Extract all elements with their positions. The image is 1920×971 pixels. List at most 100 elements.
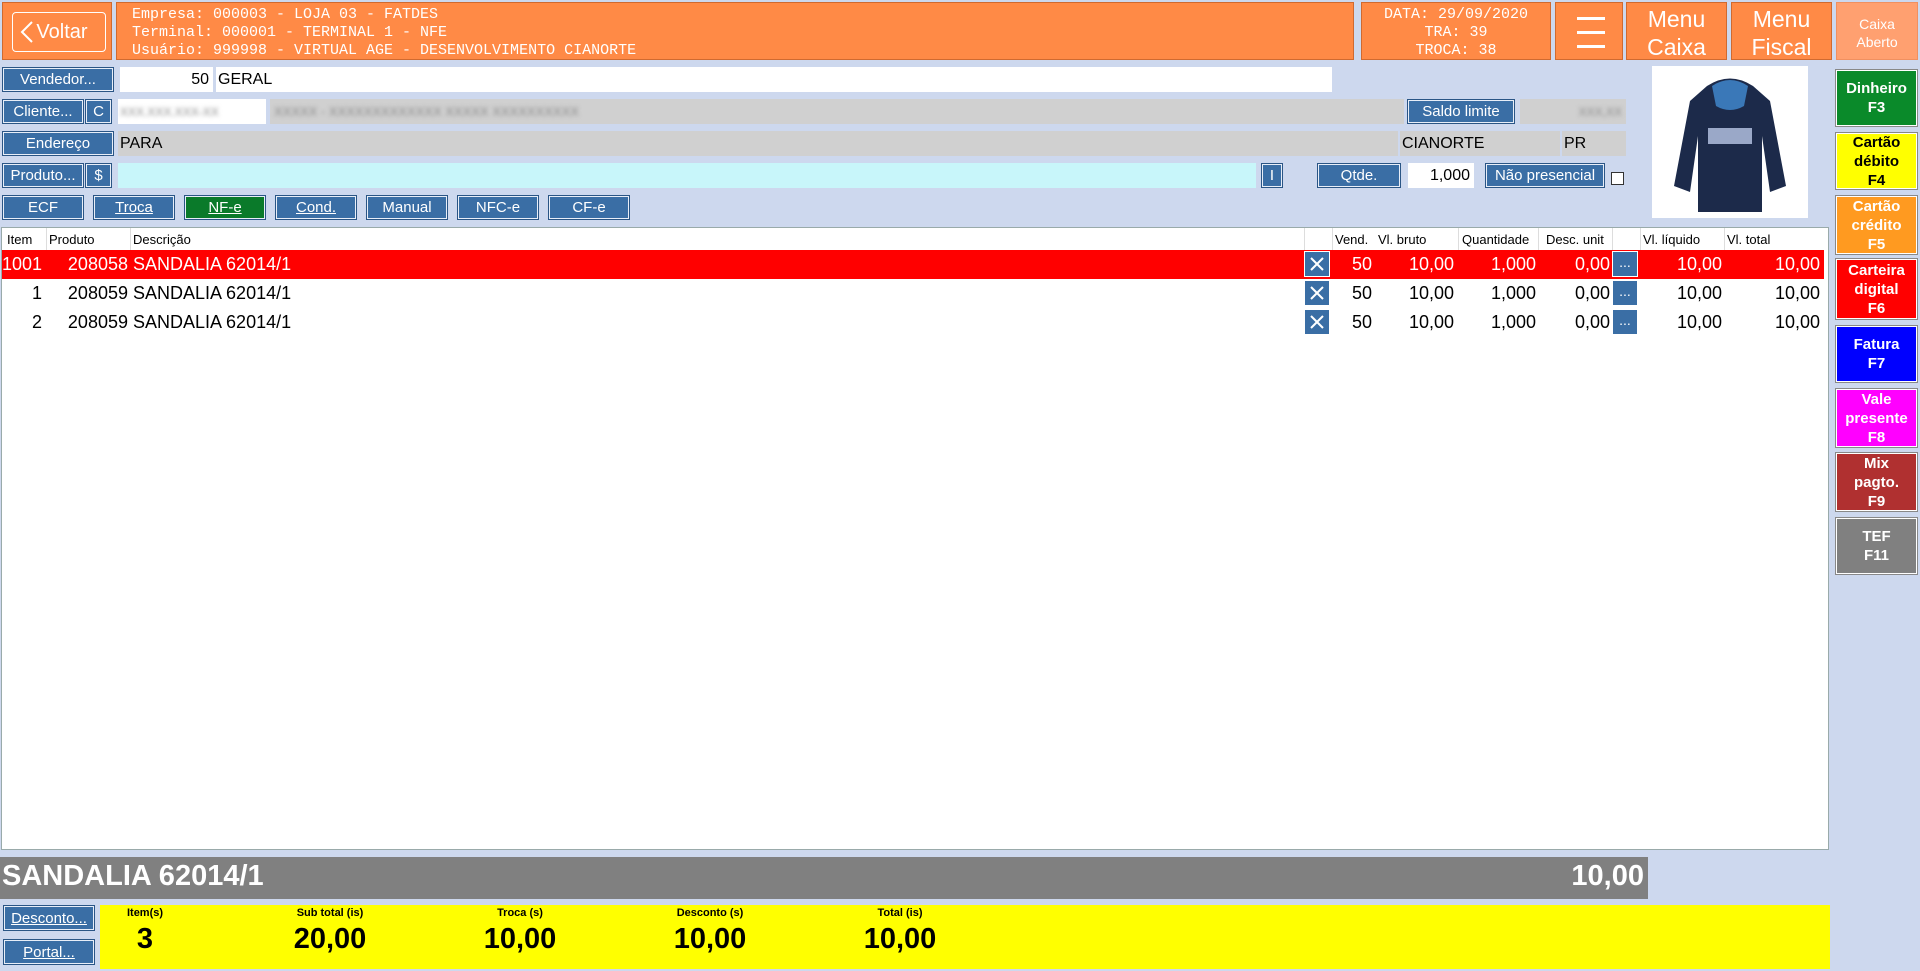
payment-cartao-credito-button[interactable]: Cartão crédito F5	[1835, 195, 1918, 255]
cell-vl-bruto: 10,00	[1408, 283, 1454, 303]
payment-mix-pagto-button[interactable]: Mix pagto. F9	[1835, 452, 1918, 512]
payment-carteira-digital-button[interactable]: Carteira digital F6	[1835, 258, 1918, 320]
table-row[interactable]: 1001 208058 SANDALIA 62014/1 50 10,00 1,…	[2, 250, 1824, 279]
payment-vale-presente-button[interactable]: Vale presente F8	[1835, 388, 1918, 448]
cidade-field: CIANORTE	[1400, 131, 1560, 156]
payment-line1: TEF	[1862, 528, 1891, 545]
discount-options-button[interactable]: ...	[1612, 309, 1638, 335]
payment-line3: F5	[1867, 235, 1886, 253]
menu-caixa-line1: Menu	[1647, 6, 1706, 32]
items-table[interactable]: Item Produto Descrição Vend. Vl. bruto Q…	[1, 227, 1829, 850]
payment-line3: F9	[1867, 492, 1886, 510]
endereco-button[interactable]: Endereço	[2, 131, 114, 156]
cell-desc-unit: 0,00	[1574, 312, 1610, 332]
qtde-button[interactable]: Qtde.	[1317, 163, 1401, 188]
back-button[interactable]: Voltar	[2, 2, 112, 60]
cell-produto: 208058	[67, 254, 128, 274]
menu-caixa-line2: Caixa	[1647, 34, 1706, 60]
total-value: 10,00	[863, 923, 937, 955]
remove-item-button[interactable]	[1304, 309, 1330, 335]
close-icon	[1310, 286, 1324, 300]
table-header: Item Produto Descrição Vend. Vl. bruto Q…	[2, 228, 1828, 250]
col-produto: Produto	[49, 232, 95, 247]
payment-line2: F3	[1867, 99, 1886, 116]
cell-vend: 50	[1351, 283, 1372, 303]
qtde-field[interactable]: 1,000	[1408, 163, 1474, 188]
discount-options-button[interactable]: ...	[1612, 280, 1638, 306]
menu-caixa-button[interactable]: Menu Caixa	[1626, 2, 1727, 60]
remove-item-button[interactable]	[1304, 280, 1330, 306]
total-items: Item(s) 3	[100, 905, 190, 956]
payment-dinheiro-button[interactable]: Dinheiro F3	[1835, 69, 1918, 127]
company-line: Empresa: 000003 - LOJA 03 - FATDES	[132, 6, 439, 23]
cell-vl-total: 10,00	[1774, 254, 1820, 274]
mode-troca-button[interactable]: Troca	[93, 195, 175, 220]
payment-line2: F11	[1863, 547, 1890, 564]
produto-info-button[interactable]: I	[1261, 163, 1283, 188]
hamburger-menu-button[interactable]	[1555, 2, 1623, 60]
mode-nfce-button[interactable]: NFC-e	[457, 195, 539, 220]
nao-presencial-button[interactable]: Não presencial	[1485, 163, 1605, 188]
desconto-label: Desconto (s)	[676, 907, 744, 919]
vendedor-button[interactable]: Vendedor...	[2, 67, 114, 92]
produto-button[interactable]: Produto...	[2, 163, 84, 188]
saldo-limite-text: XXX,XX	[1578, 104, 1622, 119]
produto-price-button[interactable]: $	[85, 163, 112, 188]
col-item: Item	[7, 232, 33, 247]
col-desc-unit: Desc. unit	[1546, 232, 1604, 247]
payment-fatura-button[interactable]: Fatura F7	[1835, 325, 1918, 383]
cell-vend: 50	[1351, 312, 1372, 332]
subtotal-value: 20,00	[293, 923, 367, 955]
vendedor-name-field: GERAL	[216, 67, 1332, 92]
payment-tef-button[interactable]: TEF F11	[1835, 517, 1918, 575]
vendedor-code-field[interactable]: 50	[120, 67, 213, 92]
cliente-button[interactable]: Cliente...	[2, 99, 84, 124]
mode-cond-button[interactable]: Cond.	[275, 195, 357, 220]
chevron-left-icon	[20, 21, 33, 43]
payment-line1: Carteira	[1848, 261, 1905, 279]
menu-fiscal-line1: Menu	[1752, 6, 1811, 32]
col-descricao: Descrição	[133, 232, 191, 247]
user-line: Usuário: 999998 - VIRTUAL AGE - DESENVOL…	[132, 42, 637, 59]
cell-desc-unit: 0,00	[1574, 283, 1610, 303]
back-label: Voltar	[36, 20, 88, 43]
saldo-limite-button[interactable]: Saldo limite	[1407, 99, 1515, 124]
saldo-limite-field: XXX,XX	[1520, 99, 1626, 124]
menu-fiscal-button[interactable]: Menu Fiscal	[1731, 2, 1832, 60]
discount-options-button[interactable]: ...	[1612, 251, 1638, 277]
mode-manual-button[interactable]: Manual	[366, 195, 448, 220]
cell-vl-liquido: 10,00	[1676, 312, 1722, 332]
payment-line2: débito	[1854, 152, 1899, 170]
table-row[interactable]: 1 208059 SANDALIA 62014/1 50 10,00 1,000…	[2, 279, 1824, 308]
total-desconto: Desconto (s) 10,00	[640, 905, 780, 956]
cell-vl-liquido: 10,00	[1676, 254, 1722, 274]
portal-button[interactable]: Portal...	[3, 939, 95, 965]
cell-item: 1001	[2, 254, 43, 274]
remove-item-button[interactable]	[1304, 251, 1330, 277]
col-vend: Vend.	[1335, 232, 1369, 247]
payment-line3: F4	[1867, 171, 1886, 189]
desconto-button[interactable]: Desconto...	[3, 905, 95, 931]
mode-ecf-button[interactable]: ECF	[2, 195, 84, 220]
payment-cartao-debito-button[interactable]: Cartão débito F4	[1835, 132, 1918, 190]
cliente-code-text: XXX.XXX.XXX-XX	[120, 104, 219, 119]
date-info: DATA: 29/09/2020 TRA: 39 TROCA: 38	[1361, 2, 1551, 60]
cell-produto: 208059	[67, 312, 128, 332]
cell-quantidade: 1,000	[1490, 312, 1536, 332]
nao-presencial-checkbox[interactable]	[1611, 172, 1624, 185]
total-final: Total (is) 10,00	[830, 905, 970, 956]
total-subtotal: Sub total (is) 20,00	[260, 905, 400, 956]
produto-input[interactable]	[118, 163, 1256, 188]
cell-vl-total: 10,00	[1774, 283, 1820, 303]
col-quantidade: Quantidade	[1462, 232, 1530, 247]
cliente-code-field[interactable]: XXX.XXX.XXX-XX	[118, 99, 266, 124]
uf-field: PR	[1562, 131, 1626, 156]
cell-vl-bruto: 10,00	[1408, 312, 1454, 332]
mode-nfe-button[interactable]: NF-e	[184, 195, 266, 220]
current-item-description: SANDALIA 62014/1	[2, 860, 264, 892]
close-icon	[1310, 257, 1324, 271]
cliente-c-button[interactable]: C	[85, 99, 112, 124]
cell-vl-liquido: 10,00	[1676, 283, 1722, 303]
mode-cfe-button[interactable]: CF-e	[548, 195, 630, 220]
table-row[interactable]: 2 208059 SANDALIA 62014/1 50 10,00 1,000…	[2, 308, 1824, 337]
